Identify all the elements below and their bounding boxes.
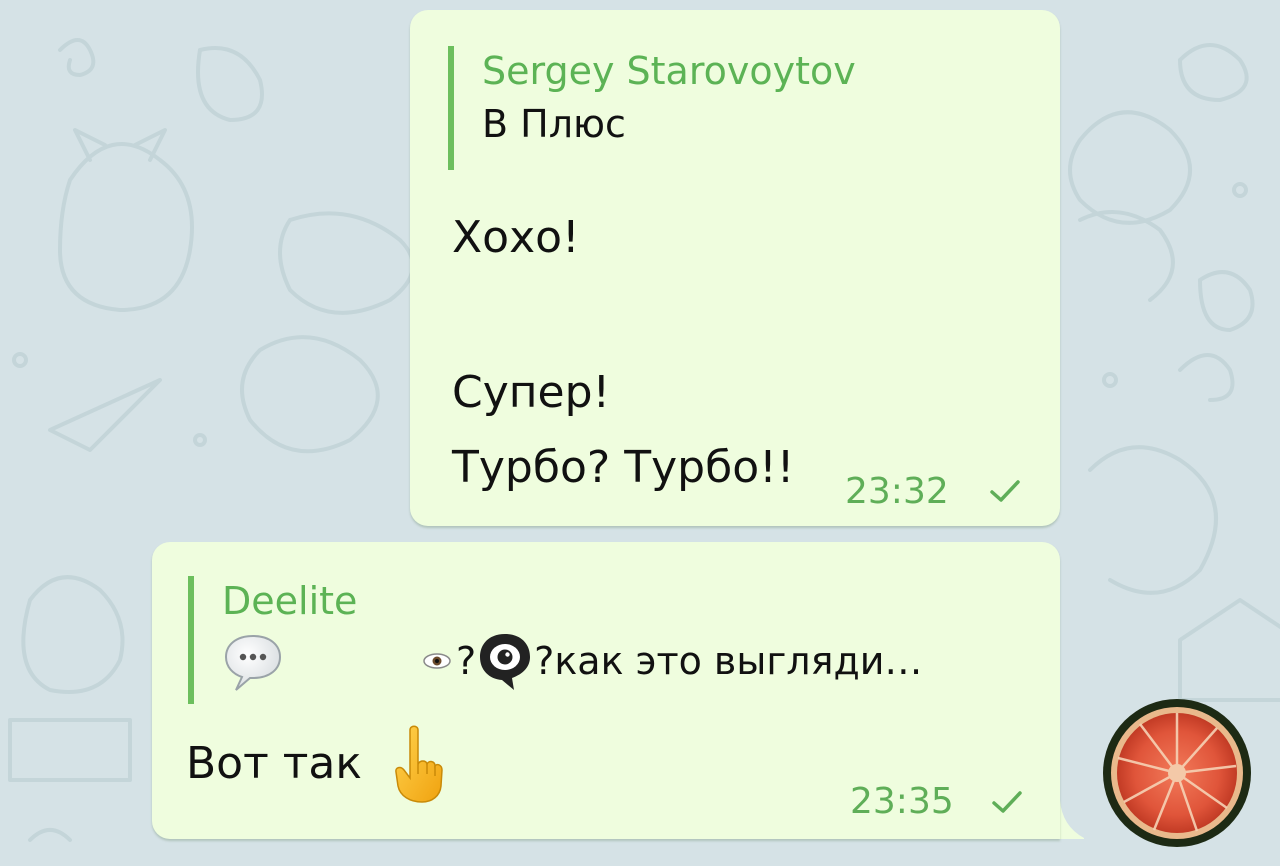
grapefruit-slice-avatar[interactable] — [1102, 698, 1252, 848]
reply-author-name: Deelite — [222, 579, 358, 623]
message-bubble-outgoing[interactable]: Sergey Starovoytov В Плюс Хохо! Супер! Т… — [410, 10, 1060, 526]
single-check-icon — [990, 480, 1020, 502]
reply-snippet-text: как это выгляди… — [554, 639, 923, 683]
reply-quote[interactable]: Sergey Starovoytov В Плюс — [448, 46, 856, 170]
reply-snippet-prefix: ? — [456, 639, 477, 683]
message-text-line: Хохо! — [452, 212, 580, 263]
message-time: 23:32 — [845, 471, 949, 512]
reply-quote[interactable]: Deelite ? ? как это выгляди… — [188, 576, 922, 704]
pointing-up-icon — [395, 725, 443, 803]
reply-text: В Плюс — [482, 102, 626, 146]
message-text-line: Вот так — [186, 724, 444, 804]
eye-in-speech-bubble-icon — [480, 634, 531, 690]
message-time: 23:35 — [850, 781, 954, 822]
reply-snippet: ? ? как это выгляди… — [222, 626, 922, 696]
reply-snippet-middle: ? — [534, 639, 555, 683]
single-check-icon — [992, 791, 1022, 813]
message-text: Вот так — [186, 738, 362, 789]
message-text-line: Турбо? Турбо!! — [452, 442, 795, 493]
message-text-line: Супер! — [452, 367, 611, 418]
eye-icon — [423, 653, 451, 669]
speech-bubble-icon — [224, 634, 282, 691]
message-bubble-outgoing[interactable]: Deelite ? ? как это выгляди… Вот так 23:… — [152, 542, 1060, 839]
reply-author-name: Sergey Starovoytov — [482, 49, 856, 93]
